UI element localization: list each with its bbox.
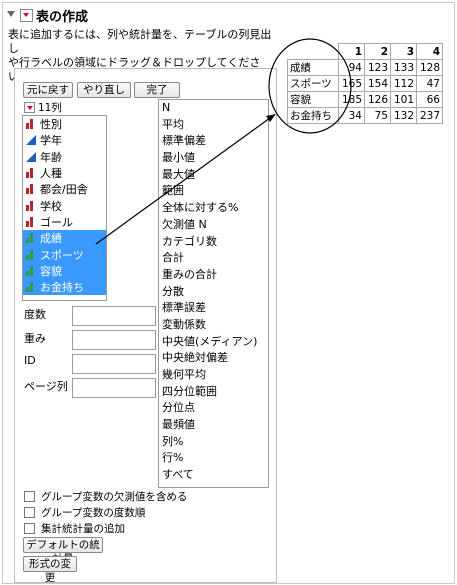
highlight-ellipse [268, 38, 352, 134]
drag-arrow-head-icon [266, 114, 276, 122]
annotation-overlay [95, 38, 352, 245]
drag-arrow-line [95, 117, 271, 245]
